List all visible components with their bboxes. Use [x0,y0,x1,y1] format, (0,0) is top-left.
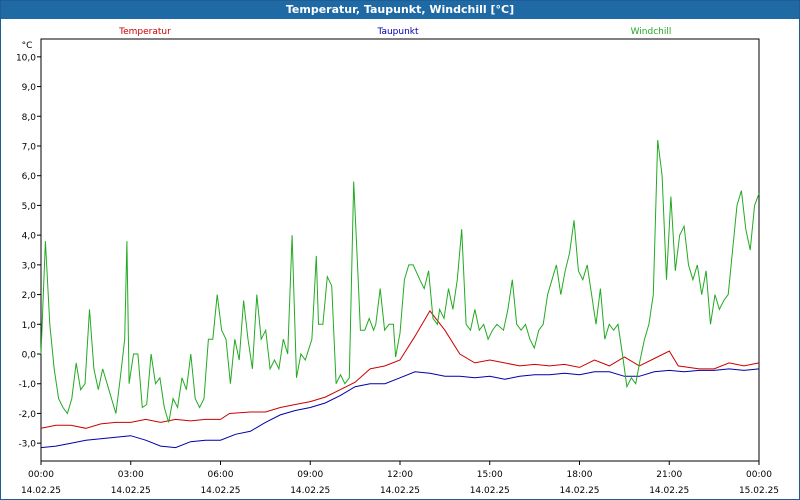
y-tick-label: -3,0 [18,440,36,450]
x-tick-date: 14.02.25 [21,486,61,496]
y-tick-label: 5,0 [22,202,37,212]
x-tick-date: 14.02.25 [559,486,599,496]
x-tick-date: 14.02.25 [380,486,420,496]
window-title: Temperatur, Taupunkt, Windchill [°C] [1,1,799,19]
y-tick-label: 0,0 [22,351,37,361]
y-tick-label: 4,0 [22,232,37,242]
line-chart: 10,0 9,0 8,0 7,0 6,0 5,0 4,0 3,0 2,0 1,0 0,0 -1,0 -2… [16,27,779,496]
y-tick-label: 8,0 [22,113,37,123]
y-tick-label: 3,0 [22,261,37,271]
x-tick-time: 00:00 [746,470,772,480]
y-axis-unit-label: °C [22,41,33,51]
x-tick-date: 14.02.25 [470,486,510,496]
x-tick-time: 00:00 [28,470,54,480]
chart-window: Temperatur, Taupunkt, Windchill [°C] 10,… [0,0,800,500]
x-tick-time: 21:00 [656,470,682,480]
x-tick-date: 14.02.25 [649,486,689,496]
x-tick-date: 14.02.25 [111,486,151,496]
y-tick-label: -2,0 [18,410,36,420]
y-tick-label: 6,0 [22,172,37,182]
x-tick-date: 15.02.25 [739,486,779,496]
y-tick-label: 2,0 [22,291,37,301]
y-tick-label: -1,0 [18,380,36,390]
y-tick-label: 7,0 [22,142,37,152]
y-tick-label: 10,0 [16,53,36,63]
x-tick-time: 06:00 [208,470,234,480]
x-tick-time: 12:00 [387,470,413,480]
legend-label-temperatur: Temperatur [118,27,171,37]
x-tick-time: 15:00 [477,470,503,480]
x-tick-date: 14.02.25 [200,486,240,496]
x-tick-time: 18:00 [567,470,593,480]
legend: Temperatur Taupunkt Windchill [118,27,671,37]
x-tick-time: 03:00 [118,470,144,480]
plot-area [40,38,760,462]
y-tick-label: 1,0 [22,321,37,331]
legend-label-windchill: Windchill [631,27,672,37]
y-tick-label: 9,0 [22,83,37,93]
x-tick-time: 09:00 [297,470,323,480]
axes [37,38,760,465]
x-tick-date: 14.02.25 [290,486,330,496]
legend-label-taupunkt: Taupunkt [376,27,419,37]
